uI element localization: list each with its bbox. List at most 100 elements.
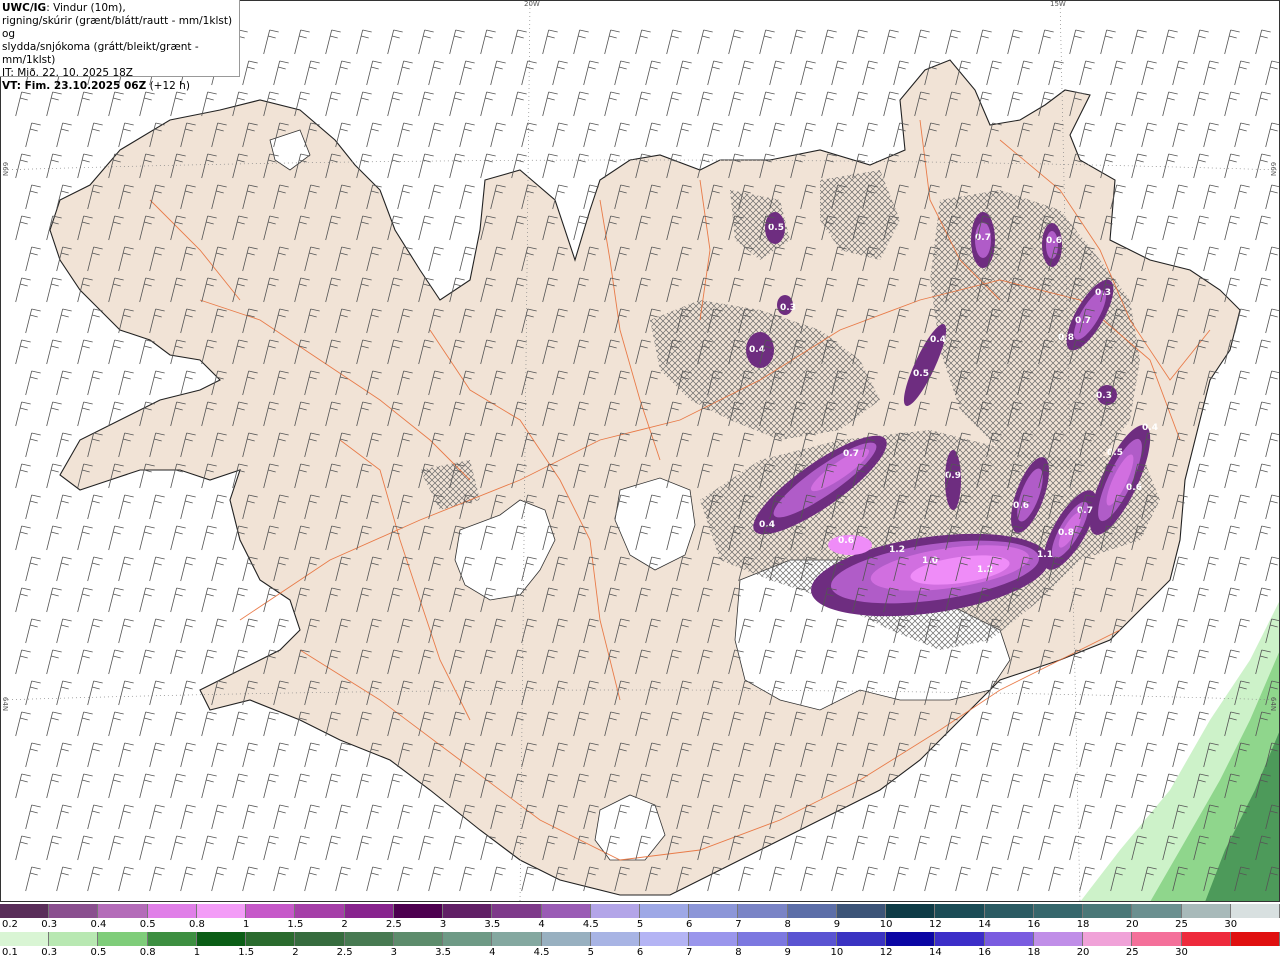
colorbar-rain-tick-label: 1.5 (238, 947, 255, 958)
colorbar-snow-swatch (836, 904, 887, 918)
legend-line-snow: slydda/snjókoma (grátt/bleikt/grænt - mm… (2, 41, 199, 66)
colorbar-rain-swatch (541, 932, 591, 946)
colorbar-rain-swatch (246, 932, 296, 946)
colorbar-rain-swatch (492, 932, 542, 946)
weather-map: 0.50.7 0.60.30.40.30.40.70.50.80.30.70.40… (0, 0, 1280, 902)
colorbar-snow-swatch (492, 904, 542, 918)
colorbar-snow-swatch (393, 904, 444, 918)
colorbar-rain-swatch (295, 932, 345, 946)
colorbar-snow-swatch (246, 904, 296, 918)
colorbar-rain-tick-label: 30 (1175, 947, 1188, 958)
colorbar-snow-swatch (443, 904, 493, 918)
map-info-box: UWC/IG: Vindur (10m), rigning/skúrir (gr… (0, 0, 240, 92)
colorbar-snow-swatch (886, 904, 936, 918)
lat-label-64n-right: 64N (1269, 696, 1278, 712)
colorbar-snow-tick-label: 20 (1125, 919, 1139, 930)
colorbar-rain-tick-label: 4.5 (533, 947, 550, 958)
precip-value-label: 0.6 (838, 536, 854, 546)
colorbar-snow-tick-label: 25 (1175, 919, 1188, 930)
colorbar-snow-tick-label: 0.5 (139, 919, 156, 930)
lon-label-15w: 15W (1050, 0, 1066, 8)
precip-value-label: 0.4 (759, 520, 775, 530)
colorbar-rain-tick-label: 18 (1027, 947, 1041, 958)
colorbar-rain-tick-label: 3.5 (435, 947, 452, 958)
colorbar-snow-tick-label: 10 (879, 919, 893, 930)
colorbar-snow-swatch (98, 904, 148, 918)
colorbar-snow-tick-label: 2.5 (385, 919, 402, 930)
title-text: : Vindur (10m), (46, 2, 126, 14)
colorbar-rain-tick-label: 9 (784, 947, 791, 958)
colorbar-rain-swatch (984, 932, 1034, 946)
colorbar-rain-tick-label: 4 (489, 947, 496, 958)
colorbar-rain-swatch (443, 932, 493, 946)
colorbar-snow-swatch (1132, 904, 1182, 918)
colorbar-rain-swatch (1083, 932, 1133, 946)
colorbar-rain-tick-label: 6 (636, 947, 644, 958)
colorbar-snow-swatch (1230, 904, 1280, 918)
model-name: UWC/IG (2, 2, 47, 14)
colorbar-snow-swatch (689, 904, 739, 918)
colorbar-snow-tick-label: 14 (978, 919, 991, 930)
colorbar-snow-tick-label: 4.5 (582, 919, 599, 930)
colorbar-snow-swatch (541, 904, 591, 918)
colorbar-rain-tick-label: 12 (879, 947, 893, 958)
precip-value-label: 0.7 (1077, 506, 1093, 516)
colorbar-snow-tick-label: 16 (1027, 919, 1041, 930)
colorbar-snow-swatch (295, 904, 345, 918)
colorbar-rain-swatch (1132, 932, 1182, 946)
colorbar-snow-tick-label: 0.4 (90, 919, 107, 930)
colorbar-rain-tick-label: 0.1 (2, 947, 18, 958)
colorbar-snow-tick-label: 30 (1224, 919, 1238, 930)
colorbar-rain-swatch (836, 932, 887, 946)
colorbar-rain-swatch (1033, 932, 1084, 946)
colorbar-snow-tick-label: 4 (538, 919, 545, 930)
precip-value-label: 0.8 (1058, 528, 1074, 538)
precip-value-label: 0.5 (768, 223, 784, 233)
colorbar-snow-swatch (1033, 904, 1084, 918)
colorbar-snow-swatch (147, 904, 197, 918)
precip-value-label: 0.3 (780, 303, 796, 313)
colorbar-snow-swatch (49, 904, 99, 918)
colorbar-snow-swatch (935, 904, 985, 918)
colorbar-rain-swatch (0, 932, 50, 946)
colorbar-rain-swatch (147, 932, 197, 946)
colorbar-rain-tick-label: 25 (1125, 947, 1139, 958)
colorbar-snow-tick-label: 9 (833, 919, 841, 930)
colorbar-snow-swatch (344, 904, 394, 918)
colorbar-snow-swatch (1181, 904, 1231, 918)
colorbar-rain-swatch (787, 932, 837, 946)
valid-time: VT: Fim. 23.10.2025 06Z (2, 80, 147, 92)
colorbar-rain-swatch (49, 932, 99, 946)
colorbar-rain-swatch (640, 932, 690, 946)
colorbar-snow-tick-label: 7 (735, 919, 742, 930)
colorbar-snow-swatch (640, 904, 690, 918)
precip-value-label: 0.6 (1046, 236, 1062, 246)
colorbar-rain-tick-label: 2.5 (336, 947, 353, 958)
colorbar-rain-tick-label: 8 (735, 947, 742, 958)
forecast-offset: (+12 h) (149, 80, 190, 92)
precip-value-label: 0.3 (1096, 391, 1112, 401)
lon-label-20w: 20W (524, 0, 540, 8)
colorbar-rain-swatch (738, 932, 788, 946)
colorbar-rain-swatch (590, 932, 640, 946)
precip-value-label: 1.1 (1037, 550, 1053, 560)
colorbar-rain-tick-label: 1 (193, 947, 201, 958)
colorbar-rain-tick-label: 0.8 (139, 947, 156, 958)
precip-value-label: 0.5 (1107, 448, 1123, 458)
init-time: IT: Mið. 22. 10. 2025 18Z (2, 67, 133, 79)
colorbar-rain-swatch (1230, 932, 1280, 946)
colorbar-rain-swatch (1181, 932, 1231, 946)
lat-label-66n-right: 66N (1269, 161, 1278, 177)
colorbar-rain-swatch (196, 932, 247, 946)
colorbar-rain-swatch (935, 932, 985, 946)
precip-value-label: 0.4 (1142, 423, 1158, 433)
colorbar-snow-swatch (0, 904, 50, 918)
colorbar-rain-tick-label: 3 (390, 947, 398, 958)
colorbar-snow-swatch (738, 904, 788, 918)
precip-value-label: 0.8 (1058, 333, 1074, 343)
colorbar-rain-tick-label: 10 (830, 947, 844, 958)
colorbar-rain-tick-label: 16 (978, 947, 991, 958)
colorbar-rain-tick-label: 0.5 (90, 947, 107, 958)
colorbar-rain-tick-label: 7 (686, 947, 693, 958)
colorbar-snow-tick-label: 1.5 (287, 919, 304, 930)
